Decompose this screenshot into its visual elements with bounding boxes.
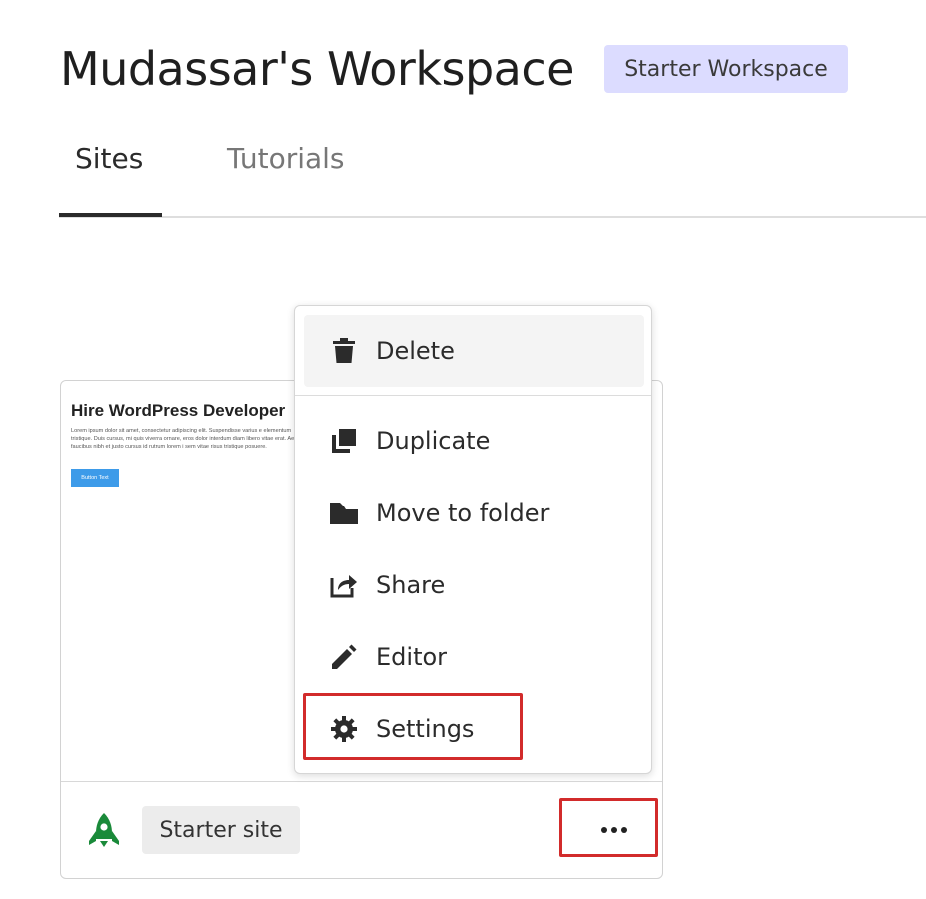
trash-icon: [329, 336, 359, 366]
menu-item-editor[interactable]: Editor: [304, 621, 644, 693]
menu-divider: [295, 395, 651, 396]
tab-tutorials[interactable]: Tutorials: [227, 142, 345, 175]
preview-button: Button Text: [71, 469, 119, 487]
tab-sites[interactable]: Sites: [75, 142, 143, 175]
menu-item-label: Duplicate: [376, 427, 491, 455]
pencil-icon: [329, 642, 359, 672]
menu-item-move-to-folder[interactable]: Move to folder: [304, 477, 644, 549]
share-icon: [329, 570, 359, 600]
more-horizontal-icon: [601, 827, 607, 833]
preview-body-text: Lorem ipsum dolor sit amet, consectetur …: [71, 428, 307, 451]
menu-item-label: Settings: [376, 715, 475, 743]
menu-item-delete[interactable]: Delete: [304, 315, 644, 387]
gear-icon: [329, 714, 359, 744]
menu-item-label: Share: [376, 571, 446, 599]
menu-item-label: Editor: [376, 643, 448, 671]
preview-heading: Hire WordPress Developer: [71, 401, 286, 420]
active-tab-indicator: [59, 213, 162, 217]
site-context-menu: Delete Duplicate Move to folder Share Ed…: [294, 305, 652, 774]
copy-icon: [329, 426, 359, 456]
menu-item-label: Delete: [376, 337, 455, 365]
menu-item-settings[interactable]: Settings: [304, 693, 644, 765]
site-type-badge: Starter site: [142, 806, 300, 854]
menu-item-duplicate[interactable]: Duplicate: [304, 405, 644, 477]
rocket-icon: [89, 813, 119, 847]
plan-badge: Starter Workspace: [604, 45, 848, 93]
more-options-button[interactable]: [581, 813, 647, 847]
tab-bar: Sites Tutorials: [59, 130, 926, 218]
folder-icon: [329, 498, 359, 528]
workspace-title: Mudassar's Workspace: [60, 42, 574, 96]
menu-item-share[interactable]: Share: [304, 549, 644, 621]
menu-item-label: Move to folder: [376, 499, 550, 527]
